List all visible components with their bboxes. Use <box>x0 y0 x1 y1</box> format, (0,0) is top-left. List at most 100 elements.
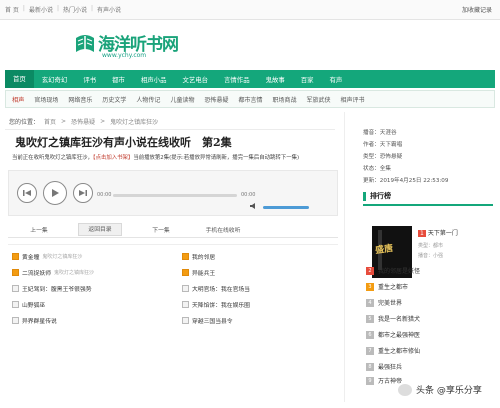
crumb-home[interactable]: 首 页 <box>5 5 19 14</box>
previous-button[interactable] <box>17 183 37 203</box>
favorite-link[interactable]: 加收藏记录 <box>462 5 492 14</box>
list-item[interactable]: 异界群星传说 <box>12 316 57 325</box>
nav-item[interactable]: 鬼故事 <box>258 75 293 84</box>
rank-accent <box>363 191 366 201</box>
mobile-listen-link[interactable]: 手机在线收听 <box>192 225 254 234</box>
audio-icon <box>12 269 19 276</box>
play-button[interactable] <box>43 181 67 205</box>
audio-icon <box>12 301 19 308</box>
nav-item[interactable]: 评书 <box>75 75 104 84</box>
nav-item[interactable]: 文艺电台 <box>174 75 216 84</box>
sub-nav: 相声 官场现场 网络音乐 历史文学 人物传记 儿童读物 恐怖悬疑 都市言情 职场… <box>5 90 495 108</box>
list-item[interactable]: 天降馅饼：我在娱乐圈 <box>182 300 250 309</box>
audio-icon <box>12 285 19 292</box>
subnav-link[interactable]: 恐怖悬疑 <box>204 95 228 104</box>
play-notice: 当前正在收听鬼吹灯之镇库狂沙，【点击加入书架】当前播放第2集(提示:若播放异常请… <box>12 153 342 161</box>
list-item-label: 异界群星传说 <box>22 319 57 325</box>
subnav-link[interactable]: 官场现场 <box>34 95 58 104</box>
prev-episode-link[interactable]: 上一集 <box>8 225 70 234</box>
nav-item[interactable]: 言情作品 <box>216 75 258 84</box>
breadcrumb-item[interactable]: 恐怖悬疑 <box>71 117 95 126</box>
subnav-link[interactable]: 都市言情 <box>238 95 262 104</box>
subnav-link[interactable]: 历史文学 <box>102 95 126 104</box>
rank-number: 1 <box>418 230 426 237</box>
subnav-link[interactable]: 人物传记 <box>136 95 160 104</box>
list-item[interactable]: 大明官场：我在官场当 <box>182 284 250 293</box>
rank-number: 2 <box>366 266 374 275</box>
book-logo-icon <box>76 35 94 52</box>
rank-number: 4 <box>366 298 374 307</box>
nav-item[interactable]: 百家 <box>293 75 322 84</box>
top-bar: 首 页 | 最新小说 | 热门小说 | 有声小说 加收藏记录 <box>0 0 500 20</box>
crumb-hot[interactable]: 热门小说 <box>63 5 87 14</box>
rank-top-type: 类型：都市 <box>418 243 444 249</box>
list-item[interactable]: 我的邻居 <box>182 252 215 261</box>
rank-number: 6 <box>366 330 374 339</box>
rank-title: 排行榜 <box>370 192 391 200</box>
list-item-label: 山野狐巫 <box>22 303 46 309</box>
list-item-label: 异能兵王 <box>192 271 216 277</box>
list-item[interactable]: 黄金瞳 鬼吹灯之镇库狂沙 <box>12 252 82 261</box>
breadcrumb-item[interactable]: 鬼吹灯之镇库狂沙 <box>110 117 158 126</box>
rank-top-item[interactable]: 1 天下第一门 <box>418 228 458 237</box>
location-label: 您的位置： <box>9 119 40 126</box>
rank-number: 9 <box>366 376 374 385</box>
subnav-link[interactable]: 相声评书 <box>341 95 365 104</box>
nav-item[interactable]: 相声小品 <box>133 75 175 84</box>
subnav-link[interactable]: 职场商战 <box>272 95 296 104</box>
nav-item[interactable]: 玄幻奇幻 <box>34 75 76 84</box>
logo-url: www.ychy.com <box>102 52 147 59</box>
list-item-label: 我的邻居 <box>192 255 216 261</box>
rank-item[interactable]: 3 重生之都市 <box>366 282 408 291</box>
subnav-link[interactable]: 网络音乐 <box>68 95 92 104</box>
audio-icon <box>182 253 189 260</box>
nav-item[interactable]: 有声 <box>322 75 351 84</box>
column-divider <box>344 112 345 402</box>
skip-back-icon <box>23 190 31 196</box>
audio-player: 00:00 00:00 <box>8 170 338 216</box>
rank-item[interactable]: 5 我是一名新猎犬 <box>366 314 420 323</box>
list-item[interactable]: 穿越三国当县令 <box>182 316 233 325</box>
next-button[interactable] <box>73 183 93 203</box>
nav-item[interactable]: 都市 <box>104 75 133 84</box>
rank-item[interactable]: 8 最强狂兵 <box>366 362 402 371</box>
list-item[interactable]: 二流捉妖师 鬼吹灯之镇库狂沙 <box>12 268 94 277</box>
subnav-link[interactable]: 儿童读物 <box>170 95 194 104</box>
list-item[interactable]: 异能兵王 <box>182 268 215 277</box>
page-title: 鬼吹灯之镇库狂沙有声小说在线收听 第2集 <box>15 136 232 149</box>
crumb-latest[interactable]: 最新小说 <box>29 5 53 14</box>
crumb-sep: | <box>56 5 59 12</box>
nav-item-home[interactable]: 首页 <box>5 70 34 88</box>
rank-header: 排行榜 <box>363 188 493 206</box>
site-logo[interactable]: 海洋听书网 www.ychy.com <box>74 30 194 65</box>
rank-item[interactable]: 7 重生之都市修仙 <box>366 346 420 355</box>
list-item[interactable]: 王妃驾到：腹黑王爷很强势 <box>12 284 92 293</box>
notice-prefix: 当前正在收听鬼吹灯之镇库狂沙， <box>12 155 93 161</box>
rank-item[interactable]: 2 我的邻居是妖怪 <box>366 266 420 275</box>
subnav-link[interactable]: 军旅武侠 <box>307 95 331 104</box>
next-episode-link[interactable]: 下一集 <box>130 225 192 234</box>
list-item[interactable]: 山野狐巫 <box>12 300 45 309</box>
rank-item[interactable]: 6 都市之最强神医 <box>366 330 420 339</box>
list-item-meta: 鬼吹灯之镇库狂沙 <box>54 270 95 276</box>
volume-icon[interactable] <box>249 202 259 210</box>
volume-slider[interactable] <box>263 206 309 209</box>
play-icon <box>52 189 59 197</box>
rank-item[interactable]: 4 完美世界 <box>366 298 402 307</box>
rank-item[interactable]: 9 万古神帝 <box>366 376 402 385</box>
add-shelf-link[interactable]: 【点击加入书架】 <box>93 155 133 161</box>
breadcrumb-sep: > <box>61 118 67 125</box>
cover-title: 盛唐 <box>374 243 394 257</box>
progress-track[interactable] <box>113 194 237 197</box>
rank-item-label: 最强狂兵 <box>378 364 403 371</box>
crumb-audio[interactable]: 有声小说 <box>97 5 121 14</box>
rank-item-label: 完美世界 <box>378 300 403 307</box>
list-item-meta: 鬼吹灯之镇库狂沙 <box>42 254 83 260</box>
breadcrumb-item[interactable]: 首页 <box>44 117 56 126</box>
audio-icon <box>12 317 19 324</box>
rank-number: 3 <box>366 282 374 291</box>
rank-number: 7 <box>366 346 374 355</box>
watermark: 头条 @享乐分享 <box>398 383 482 396</box>
toutiao-logo-icon <box>398 383 412 396</box>
back-to-list-button[interactable]: 返回目录 <box>78 223 122 236</box>
